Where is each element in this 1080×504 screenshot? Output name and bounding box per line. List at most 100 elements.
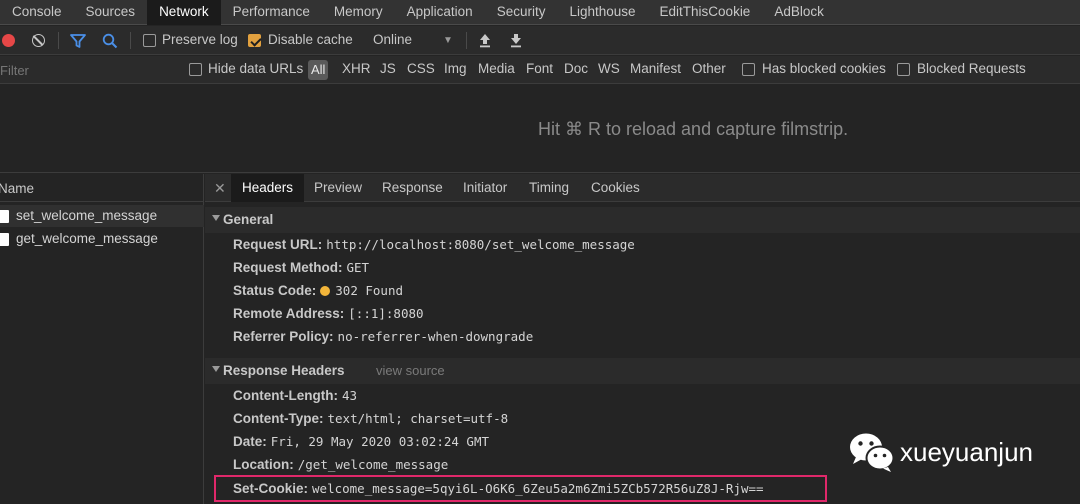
header-row-date: Date: Fri, 29 May 2020 03:02:24 GMT bbox=[233, 434, 489, 454]
filmstrip-area: Hit ⌘ R to reload and capture filmstrip. bbox=[0, 85, 1080, 173]
detail-tab-strip: ✕ Headers Preview Response Initiator Tim… bbox=[205, 174, 1080, 202]
tab-cookies[interactable]: Cookies bbox=[580, 174, 651, 202]
tab-preview[interactable]: Preview bbox=[303, 174, 373, 202]
tab-console[interactable]: Console bbox=[0, 0, 74, 25]
status-dot-icon bbox=[320, 286, 331, 296]
blocked-requests-label: Blocked Requests bbox=[917, 61, 1026, 76]
filter-type-all[interactable]: All bbox=[308, 60, 329, 80]
header-row-remote-address: Remote Address: [::1]:8080 bbox=[233, 306, 424, 326]
record-icon[interactable] bbox=[2, 34, 15, 47]
header-value: text/html; charset=utf-8 bbox=[327, 411, 509, 426]
import-har-icon[interactable] bbox=[478, 33, 492, 51]
header-value: GET bbox=[346, 260, 370, 275]
has-blocked-cookies-checkbox[interactable] bbox=[742, 63, 755, 76]
general-section-header[interactable]: General bbox=[205, 207, 1080, 233]
header-value: [::1]:8080 bbox=[348, 306, 424, 321]
preserve-log-label: Preserve log bbox=[162, 32, 238, 47]
tab-network[interactable]: Network bbox=[147, 0, 221, 25]
header-value: /get_welcome_message bbox=[297, 457, 449, 472]
watermark: xueyuanjun bbox=[848, 430, 1033, 474]
clear-icon[interactable] bbox=[32, 34, 45, 47]
filter-icon[interactable] bbox=[70, 34, 86, 51]
name-column-label: Name bbox=[0, 181, 35, 196]
tab-headers[interactable]: Headers bbox=[231, 174, 305, 202]
tab-adblock[interactable]: AdBlock bbox=[762, 0, 836, 25]
request-row[interactable]: get_welcome_message bbox=[0, 228, 204, 250]
disable-cache-label: Disable cache bbox=[268, 32, 353, 47]
filter-type-xhr[interactable]: XHR bbox=[342, 61, 371, 76]
filter-type-css[interactable]: CSS bbox=[407, 61, 435, 76]
filter-type-media[interactable]: Media bbox=[478, 61, 515, 76]
devtools-tab-strip: Console Sources Network Performance Memo… bbox=[0, 0, 1080, 25]
filter-type-img[interactable]: Img bbox=[444, 61, 467, 76]
triangle-down-icon bbox=[212, 215, 220, 221]
header-row-request-url: Request URL: http://localhost:8080/set_we… bbox=[233, 237, 635, 257]
header-key: Request URL: bbox=[233, 237, 323, 252]
header-row-content-length: Content-Length: 43 bbox=[233, 388, 357, 408]
toolbar-divider bbox=[130, 32, 131, 49]
triangle-down-icon bbox=[212, 366, 220, 372]
filter-type-ws[interactable]: WS bbox=[598, 61, 620, 76]
network-toolbar: Preserve log Disable cache Online ▼ bbox=[0, 26, 1080, 55]
filter-input[interactable] bbox=[0, 59, 175, 81]
header-row-referrer-policy: Referrer Policy: no-referrer-when-downgra… bbox=[233, 329, 533, 349]
document-icon bbox=[0, 233, 9, 246]
header-value: Fri, 29 May 2020 03:02:24 GMT bbox=[270, 434, 490, 449]
header-value: 43 bbox=[341, 388, 358, 403]
header-value: http://localhost:8080/set_welcome_messag… bbox=[326, 237, 635, 252]
search-icon[interactable] bbox=[102, 33, 118, 52]
tab-security[interactable]: Security bbox=[485, 0, 558, 25]
response-headers-title: Response Headers bbox=[223, 363, 345, 378]
toolbar-divider bbox=[58, 32, 59, 49]
tab-sources[interactable]: Sources bbox=[74, 0, 148, 25]
request-name: set_welcome_message bbox=[16, 208, 158, 223]
tab-editthiscookie[interactable]: EditThisCookie bbox=[648, 0, 763, 25]
filter-type-js[interactable]: JS bbox=[380, 61, 396, 76]
tab-response[interactable]: Response bbox=[371, 174, 454, 202]
hide-data-urls-label: Hide data URLs bbox=[208, 61, 304, 76]
header-key: Content-Type: bbox=[233, 411, 324, 426]
export-har-icon[interactable] bbox=[509, 33, 523, 51]
filter-type-doc[interactable]: Doc bbox=[564, 61, 588, 76]
wechat-logo-icon bbox=[848, 430, 896, 474]
document-icon bbox=[0, 210, 9, 223]
chevron-down-icon: ▼ bbox=[443, 35, 453, 46]
view-source-link[interactable]: view source bbox=[376, 363, 445, 378]
has-blocked-cookies-label: Has blocked cookies bbox=[762, 61, 886, 76]
header-key: Content-Length: bbox=[233, 388, 338, 403]
response-headers-section-header[interactable]: Response Headers view source bbox=[205, 358, 1080, 384]
header-key: Date: bbox=[233, 434, 267, 449]
blocked-requests-checkbox[interactable] bbox=[897, 63, 910, 76]
tab-initiator[interactable]: Initiator bbox=[452, 174, 518, 202]
header-value: 302 Found bbox=[335, 283, 403, 298]
header-row-location: Location:/get_welcome_message bbox=[233, 457, 448, 477]
tab-memory[interactable]: Memory bbox=[322, 0, 395, 25]
filmstrip-message: Hit ⌘ R to reload and capture filmstrip. bbox=[538, 119, 849, 139]
filter-bar: Hide data URLs All XHR JS CSS Img Media … bbox=[0, 56, 1080, 84]
filter-type-other[interactable]: Other bbox=[692, 61, 726, 76]
name-column-header[interactable]: Name bbox=[0, 174, 204, 202]
header-key: Remote Address: bbox=[233, 306, 345, 321]
tab-timing[interactable]: Timing bbox=[518, 174, 580, 202]
disable-cache-checkbox[interactable] bbox=[248, 34, 261, 47]
header-row-request-method: Request Method: GET bbox=[233, 260, 369, 280]
header-key: Referrer Policy: bbox=[233, 329, 334, 344]
header-value: no-referrer-when-downgrade bbox=[337, 329, 534, 344]
tab-lighthouse[interactable]: Lighthouse bbox=[557, 0, 647, 25]
header-row-content-type: Content-Type: text/html; charset=utf-8 bbox=[233, 411, 508, 431]
tab-application[interactable]: Application bbox=[395, 0, 485, 25]
close-icon[interactable]: ✕ bbox=[214, 180, 226, 197]
header-key: Status Code: bbox=[233, 283, 317, 298]
filter-type-manifest[interactable]: Manifest bbox=[630, 61, 681, 76]
throttling-select[interactable]: Online bbox=[373, 32, 412, 47]
general-title: General bbox=[223, 212, 274, 227]
request-row[interactable]: set_welcome_message bbox=[0, 205, 204, 227]
set-cookie-highlight-box bbox=[214, 475, 827, 502]
hide-data-urls-checkbox[interactable] bbox=[189, 63, 202, 76]
preserve-log-checkbox[interactable] bbox=[143, 34, 156, 47]
request-name: get_welcome_message bbox=[16, 231, 158, 246]
request-list: Name set_welcome_message get_welcome_mes… bbox=[0, 174, 204, 504]
filter-type-font[interactable]: Font bbox=[526, 61, 553, 76]
header-key: Request Method: bbox=[233, 260, 343, 275]
tab-performance[interactable]: Performance bbox=[221, 0, 322, 25]
